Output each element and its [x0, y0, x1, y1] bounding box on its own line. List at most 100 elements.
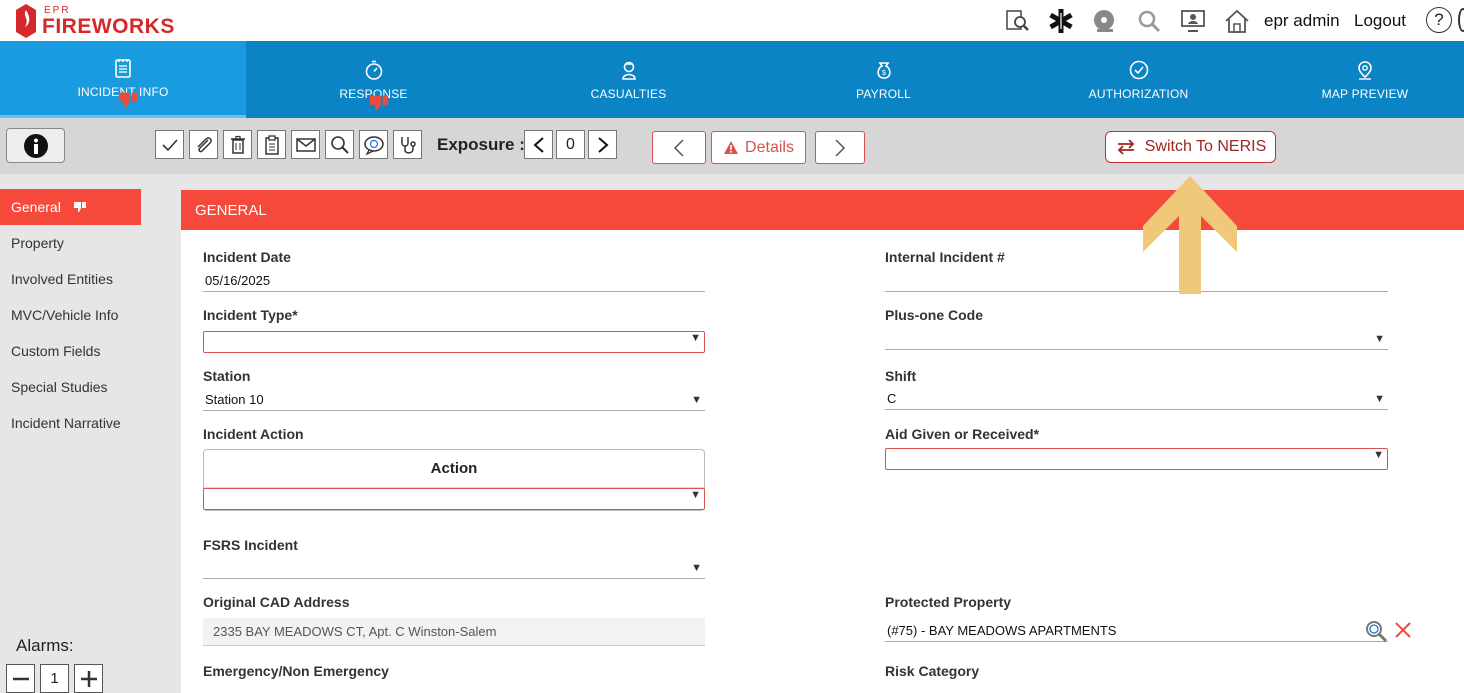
medical-button[interactable]	[393, 130, 422, 159]
chevron-down-icon: ▼	[1373, 449, 1384, 461]
comments-button[interactable]	[359, 130, 388, 159]
sidebar-item-custom-fields[interactable]: Custom Fields	[0, 333, 141, 369]
sidebar-item-special-studies[interactable]: Special Studies	[0, 369, 141, 405]
plus-one-code-select[interactable]: ▼	[885, 328, 1388, 350]
sidebar-item-label: General	[11, 199, 61, 215]
user-name[interactable]: epr admin	[1264, 11, 1340, 31]
alarms-value[interactable]: 1	[40, 664, 69, 693]
sidebar-item-incident-narrative[interactable]: Incident Narrative	[0, 405, 141, 441]
fsrs-incident-select[interactable]: ▼	[203, 557, 705, 579]
logout-link[interactable]: Logout	[1354, 11, 1406, 31]
email-button[interactable]	[291, 130, 320, 159]
search-icon	[330, 135, 349, 154]
station-value: Station 10	[205, 392, 264, 407]
shift-value: C	[887, 391, 897, 406]
aid-given-select[interactable]: ▼	[885, 448, 1388, 470]
chevron-down-icon: ▼	[691, 562, 702, 574]
incident-date-field[interactable]: 05/16/2025	[203, 270, 705, 292]
alarms-decrement-button[interactable]	[6, 664, 35, 693]
next-record-button[interactable]	[815, 131, 865, 164]
fireworks-logo[interactable]: EPR FIREWORKS	[14, 2, 175, 40]
info-button[interactable]	[6, 128, 65, 163]
tab-casualties[interactable]: CASUALTIES	[501, 41, 756, 118]
delete-button[interactable]	[223, 130, 252, 159]
chevron-right-icon	[835, 138, 846, 157]
plus-icon	[80, 670, 97, 687]
help-icon[interactable]: ?	[1426, 7, 1452, 33]
stopwatch-icon	[365, 60, 382, 80]
sidebar-item-property[interactable]: Property	[0, 225, 141, 261]
exposure-prev-button[interactable]	[524, 130, 553, 159]
warning-icon	[724, 141, 739, 154]
clipboard-button[interactable]	[257, 130, 286, 159]
shift-label: Shift	[885, 368, 917, 384]
chevron-down-icon: ▼	[690, 489, 701, 501]
magnify-icon[interactable]	[1132, 4, 1166, 37]
tab-authorization[interactable]: AUTHORIZATION	[1011, 41, 1266, 118]
property-search-icon[interactable]	[1364, 619, 1388, 643]
incident-action-select[interactable]: ▼	[203, 488, 705, 510]
shift-select[interactable]: C ▼	[885, 388, 1388, 410]
action-header: Action	[204, 450, 704, 488]
alarms-increment-button[interactable]	[74, 664, 103, 693]
tab-map-preview-label: MAP PREVIEW	[1321, 86, 1409, 101]
sidebar-item-label: Involved Entities	[11, 271, 113, 287]
tab-casualties-label: CASUALTIES	[590, 86, 667, 101]
chevron-down-icon: ▼	[1374, 333, 1385, 345]
approve-button[interactable]	[155, 130, 184, 159]
internal-incident-field[interactable]	[885, 270, 1388, 292]
previous-record-button[interactable]	[652, 131, 706, 164]
map-pin-icon	[1358, 60, 1372, 80]
main-nav: INCIDENT INFO RESPONSE CASUALTIES $ PAYR…	[0, 41, 1464, 118]
chevron-down-icon: ▼	[691, 394, 702, 406]
panel-title: GENERAL	[181, 190, 1464, 230]
chevron-left-icon	[532, 136, 544, 153]
tab-map-preview[interactable]: MAP PREVIEW	[1266, 41, 1464, 118]
casualty-icon	[621, 61, 636, 80]
sidebar-item-general[interactable]: General	[0, 189, 141, 225]
chevron-left-icon	[673, 138, 684, 157]
station-select[interactable]: Station 10 ▼	[203, 389, 705, 411]
home-icon[interactable]	[1220, 4, 1254, 37]
logo-text: FIREWORKS	[42, 14, 175, 38]
monitor-user-icon[interactable]	[1176, 4, 1210, 37]
check-circle-icon	[1129, 60, 1148, 79]
tab-incident-info[interactable]: INCIDENT INFO	[0, 41, 246, 118]
tab-payroll[interactable]: $ PAYROLL	[756, 41, 1011, 118]
section-sidebar: General Property Involved Entities MVC/V…	[0, 174, 141, 693]
search-document-icon[interactable]	[1000, 4, 1034, 37]
incident-date-label: Incident Date	[203, 249, 291, 265]
exposure-next-button[interactable]	[588, 130, 617, 159]
exposure-value[interactable]: 0	[556, 130, 585, 159]
aid-given-label: Aid Given or Received*	[885, 426, 1040, 442]
disc-icon[interactable]	[1088, 4, 1122, 37]
tab-authorization-label: AUTHORIZATION	[1088, 86, 1189, 101]
alarms-label: Alarms:	[16, 636, 74, 655]
star-of-life-icon[interactable]	[1044, 4, 1078, 37]
sidebar-item-mvc-vehicle-info[interactable]: MVC/Vehicle Info	[0, 297, 141, 333]
clear-icon[interactable]	[1394, 621, 1412, 639]
logo-small-text: EPR	[44, 4, 71, 16]
logo-flame-icon	[16, 4, 36, 38]
sidebar-item-label: MVC/Vehicle Info	[11, 307, 119, 323]
switch-to-neris-button[interactable]: Switch To NERIS	[1105, 131, 1276, 163]
internal-incident-label: Internal Incident #	[885, 249, 1005, 265]
tab-response[interactable]: RESPONSE	[246, 41, 501, 118]
money-bag-icon: $	[876, 61, 891, 79]
attach-button[interactable]	[189, 130, 218, 159]
sidebar-item-involved-entities[interactable]: Involved Entities	[0, 261, 141, 297]
thumbs-down-icon	[118, 92, 138, 108]
incident-type-label: Incident Type*	[203, 307, 298, 323]
protected-property-field[interactable]: (#75) - BAY MEADOWS APARTMENTS	[885, 620, 1388, 642]
envelope-icon	[295, 137, 316, 152]
search-button[interactable]	[325, 130, 354, 159]
clipboard-icon	[264, 134, 279, 155]
chevron-right-icon	[597, 136, 609, 153]
speech-bubble-icon	[363, 135, 384, 155]
protected-property-label: Protected Property	[885, 594, 1012, 610]
details-button[interactable]: Details	[711, 131, 806, 164]
chevron-down-icon: ▼	[1374, 393, 1385, 405]
plus-one-code-label: Plus-one Code	[885, 307, 984, 323]
stethoscope-icon	[400, 136, 416, 154]
incident-type-select[interactable]: ▼	[203, 331, 705, 353]
